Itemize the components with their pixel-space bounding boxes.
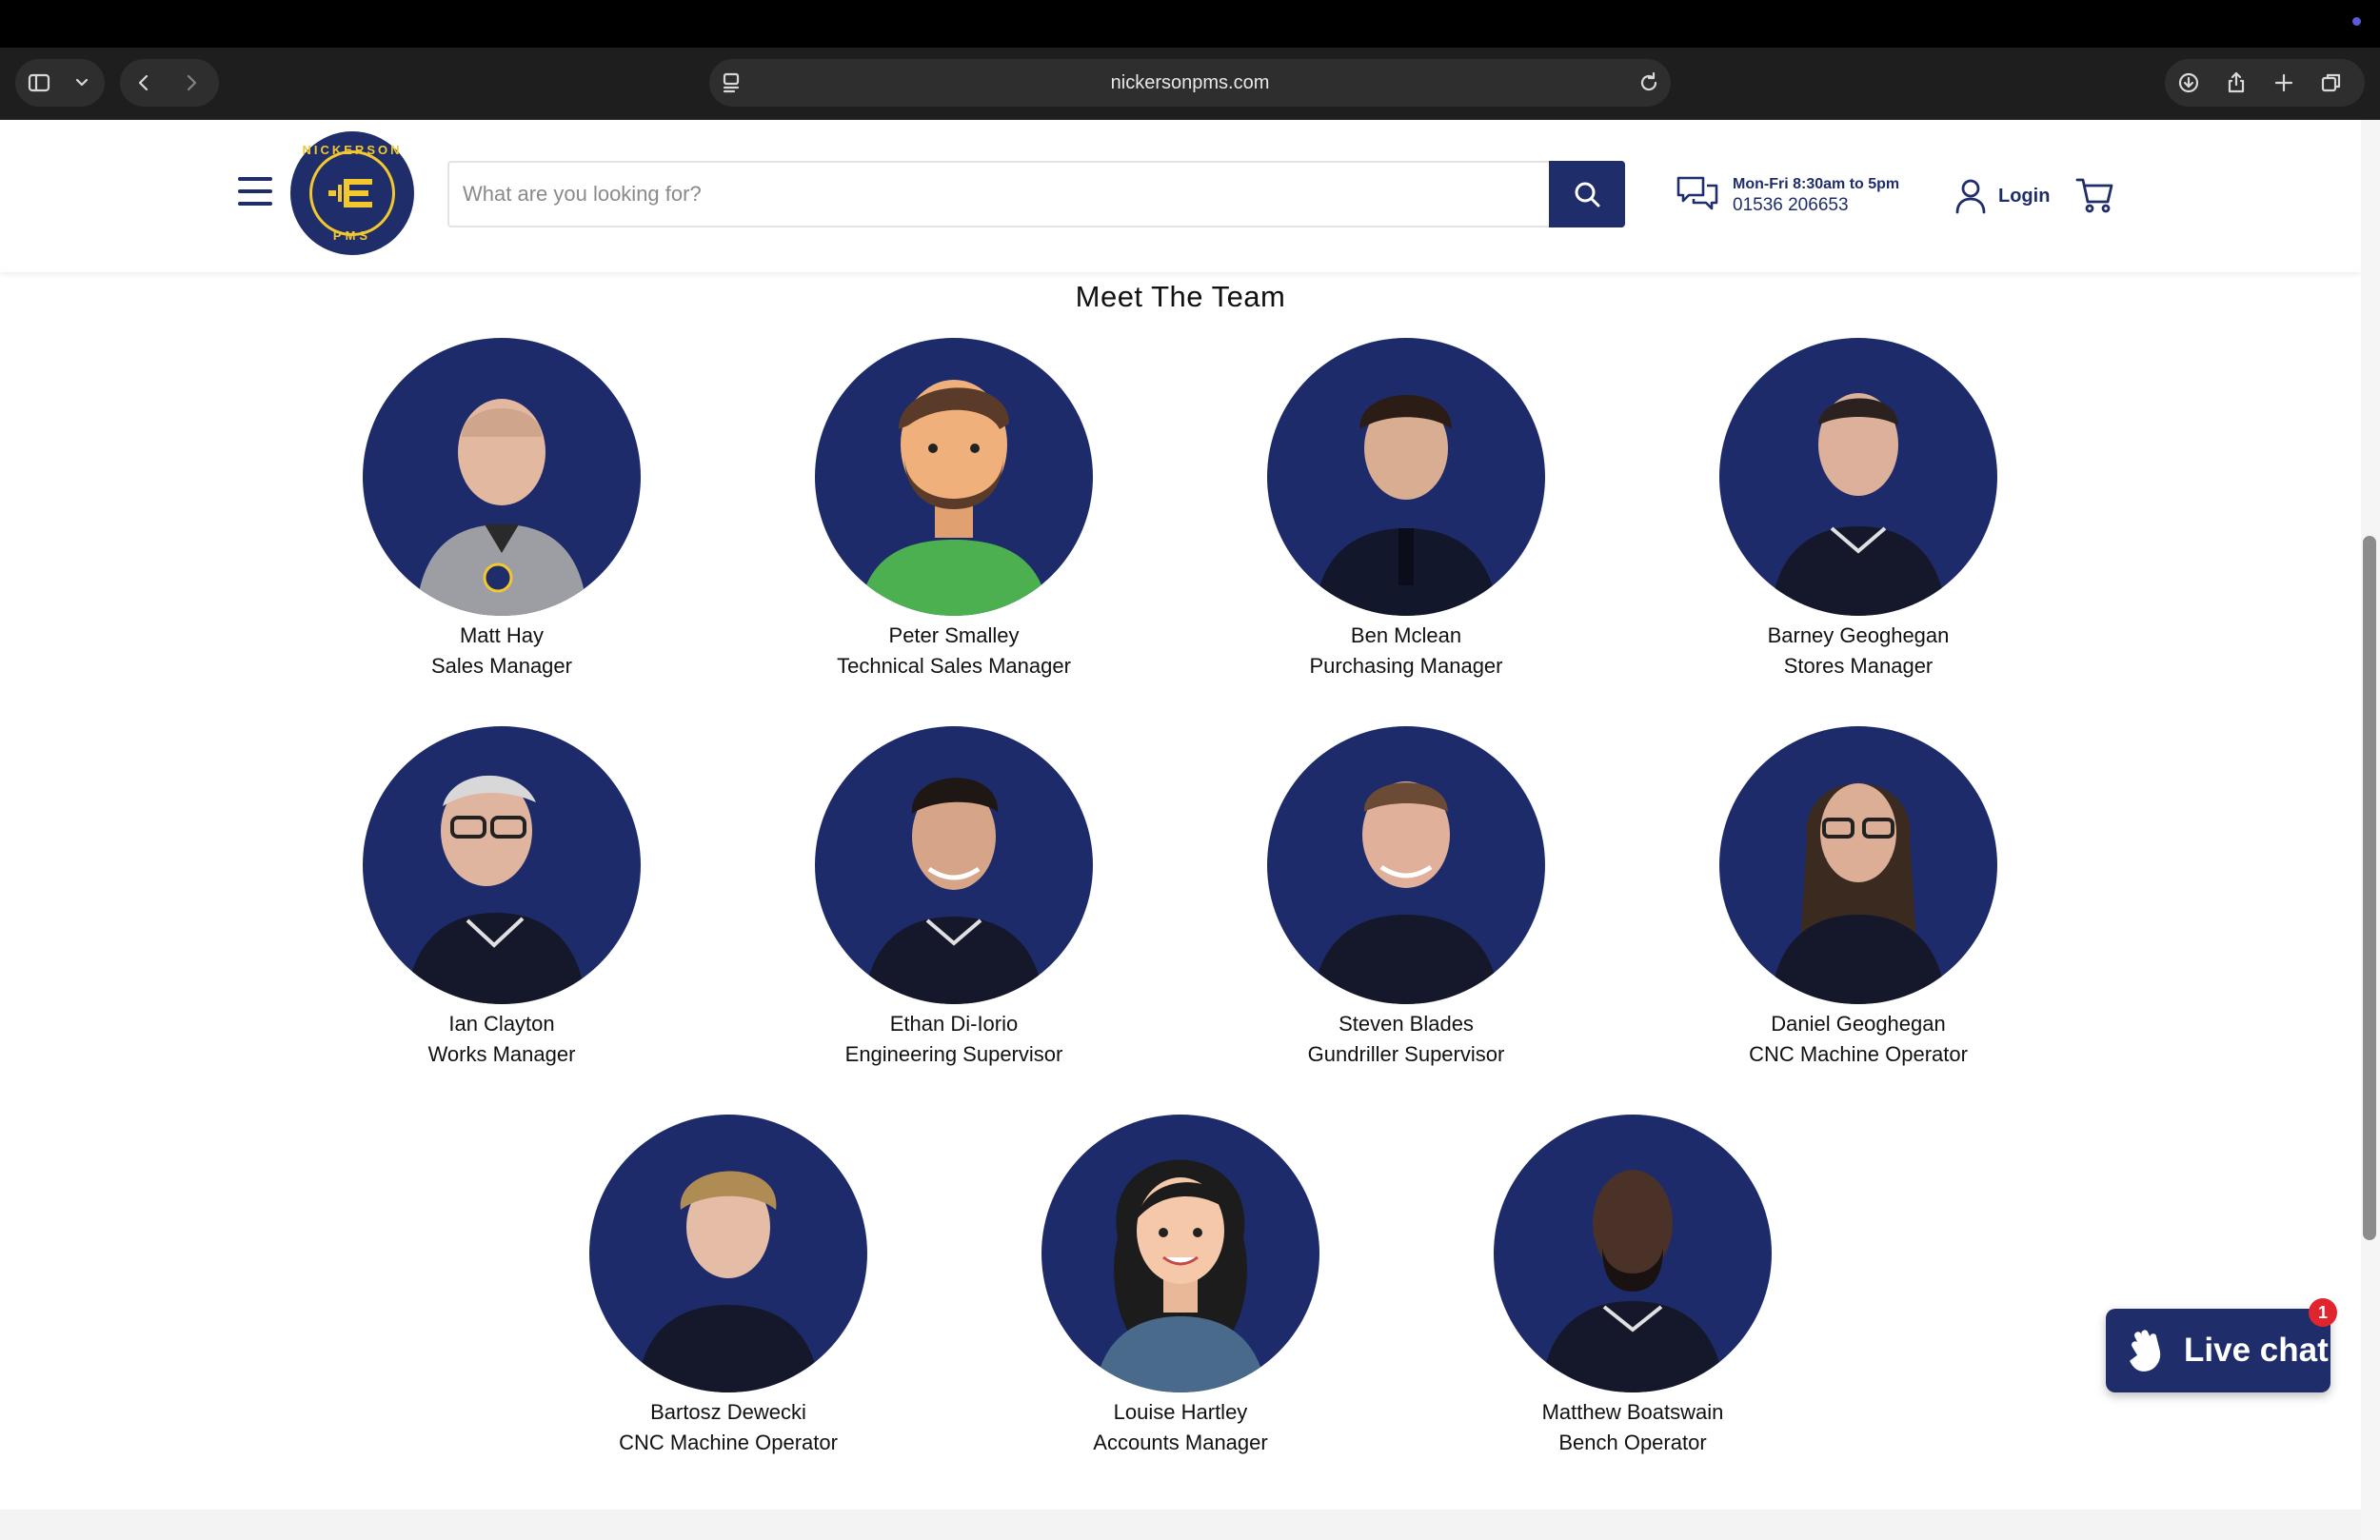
member-photo (363, 726, 641, 1004)
live-chat-label: Live chat (2184, 1332, 2329, 1369)
login-link[interactable]: Login (1954, 177, 2050, 215)
team-member-card: Ethan Di-Iorio Engineering Supervisor (783, 726, 1125, 1069)
member-photo (1267, 338, 1545, 616)
cart-button[interactable] (2075, 175, 2115, 215)
company-logo[interactable]: NICKERSON PMS (290, 131, 414, 255)
url-text[interactable]: nickersonpms.com (709, 59, 1671, 107)
chevron-down-icon[interactable] (63, 59, 101, 107)
member-name: Ben Mclean (1350, 623, 1462, 647)
waving-hand-icon (2130, 1330, 2161, 1372)
member-photo (1267, 726, 1545, 1004)
member-name: Steven Blades (1339, 1012, 1474, 1036)
search-input[interactable] (463, 163, 1538, 226)
member-name: Matt Hay (459, 623, 545, 647)
member-photo (363, 338, 641, 616)
browser-toolbar: nickersonpms.com (0, 48, 2380, 120)
member-role: CNC Machine Operator (1749, 1042, 1968, 1066)
member-name: Louise Hartley (1113, 1400, 1248, 1424)
browser-actions-group (2165, 59, 2365, 107)
member-name: Barney Geoghegan (1767, 623, 1950, 647)
team-member-card: Steven Blades Gundriller Supervisor (1235, 726, 1577, 1069)
member-role: CNC Machine Operator (619, 1431, 838, 1454)
member-photo (1719, 726, 1997, 1004)
member-name: Bartosz Dewecki (650, 1400, 806, 1424)
cart-icon (2075, 178, 2113, 213)
member-name: Daniel Geoghegan (1771, 1012, 1946, 1036)
contact-info[interactable]: Mon-Fri 8:30am to 5pm 01536 206653 (1676, 170, 1923, 218)
member-role: Sales Manager (431, 654, 572, 678)
forward-arrow-icon[interactable] (168, 59, 215, 107)
member-illustration (815, 338, 1093, 616)
member-photo (589, 1115, 867, 1392)
member-illustration (1041, 1115, 1319, 1392)
member-photo (1494, 1115, 1772, 1392)
member-role: Technical Sales Manager (837, 654, 1071, 678)
history-nav-group (120, 59, 219, 107)
sidebar-icon[interactable] (15, 59, 63, 107)
team-member-card: Peter Smalley Technical Sales Manager (783, 338, 1125, 681)
team-member-card: Matthew Boatswain Bench Operator (1461, 1115, 1804, 1457)
contact-hours: Mon-Fri 8:30am to 5pm (1733, 176, 1900, 192)
download-icon[interactable] (2165, 59, 2212, 107)
footer-band (0, 1510, 2361, 1540)
contact-phone[interactable]: 01536 206653 (1733, 195, 1849, 216)
live-chat-button[interactable]: Live chat (2106, 1309, 2330, 1392)
search-button[interactable] (1549, 161, 1625, 227)
member-role: Works Manager (427, 1042, 576, 1066)
search-icon (1575, 182, 1600, 207)
section-title: Meet The Team (1075, 280, 1286, 313)
team-member-card: Bartosz Dewecki CNC Machine Operator (557, 1115, 900, 1457)
login-label: Login (1998, 185, 2051, 207)
scrollbar-thumb[interactable] (2363, 536, 2376, 1240)
status-dot (2352, 17, 2361, 26)
member-name: Ethan Di-Iorio (889, 1012, 1019, 1036)
logo-top-text: NICKERSON (302, 143, 403, 157)
new-tab-icon[interactable] (2260, 59, 2308, 107)
back-arrow-icon[interactable] (120, 59, 168, 107)
sidebar-toggle-group[interactable] (15, 59, 105, 107)
address-bar[interactable]: nickersonpms.com (709, 59, 1671, 107)
logo-mark-icon (328, 179, 372, 207)
system-top-bar (0, 0, 2380, 48)
team-member-card: Daniel Geoghegan CNC Machine Operator (1687, 726, 2030, 1069)
team-member-card: Ben Mclean Purchasing Manager (1235, 338, 1577, 681)
member-role: Bench Operator (1558, 1431, 1707, 1454)
logo-bottom-text: PMS (332, 228, 372, 243)
web-page: NICKERSON PMS What are you looking for? … (0, 120, 2361, 1540)
notification-badge: 1 (2309, 1298, 2337, 1327)
search-box (447, 161, 1625, 227)
team-member-card: Matt Hay Sales Manager (330, 338, 673, 681)
team-member-card: Louise Hartley Accounts Manager (1009, 1115, 1352, 1457)
member-photo (1719, 338, 1997, 616)
team-member-card: Barney Geoghegan Stores Manager (1687, 338, 2030, 681)
share-icon[interactable] (2212, 59, 2260, 107)
member-photo (815, 726, 1093, 1004)
hamburger-menu-icon[interactable] (238, 177, 272, 206)
chat-bubbles-icon (1676, 176, 1718, 210)
site-header: NICKERSON PMS What are you looking for? … (0, 120, 2361, 272)
member-role: Gundriller Supervisor (1307, 1042, 1505, 1066)
reload-icon[interactable] (1636, 70, 1661, 95)
member-name: Ian Clayton (448, 1012, 555, 1036)
member-role: Accounts Manager (1093, 1431, 1268, 1454)
member-role: Purchasing Manager (1309, 654, 1503, 678)
user-icon (1955, 179, 1986, 214)
member-name: Peter Smalley (888, 623, 1020, 647)
member-role: Stores Manager (1783, 654, 1934, 678)
tab-overview-icon[interactable] (2308, 59, 2355, 107)
member-role: Engineering Supervisor (844, 1042, 1063, 1066)
member-name: Matthew Boatswain (1541, 1400, 1724, 1424)
team-member-card: Ian Clayton Works Manager (330, 726, 673, 1069)
